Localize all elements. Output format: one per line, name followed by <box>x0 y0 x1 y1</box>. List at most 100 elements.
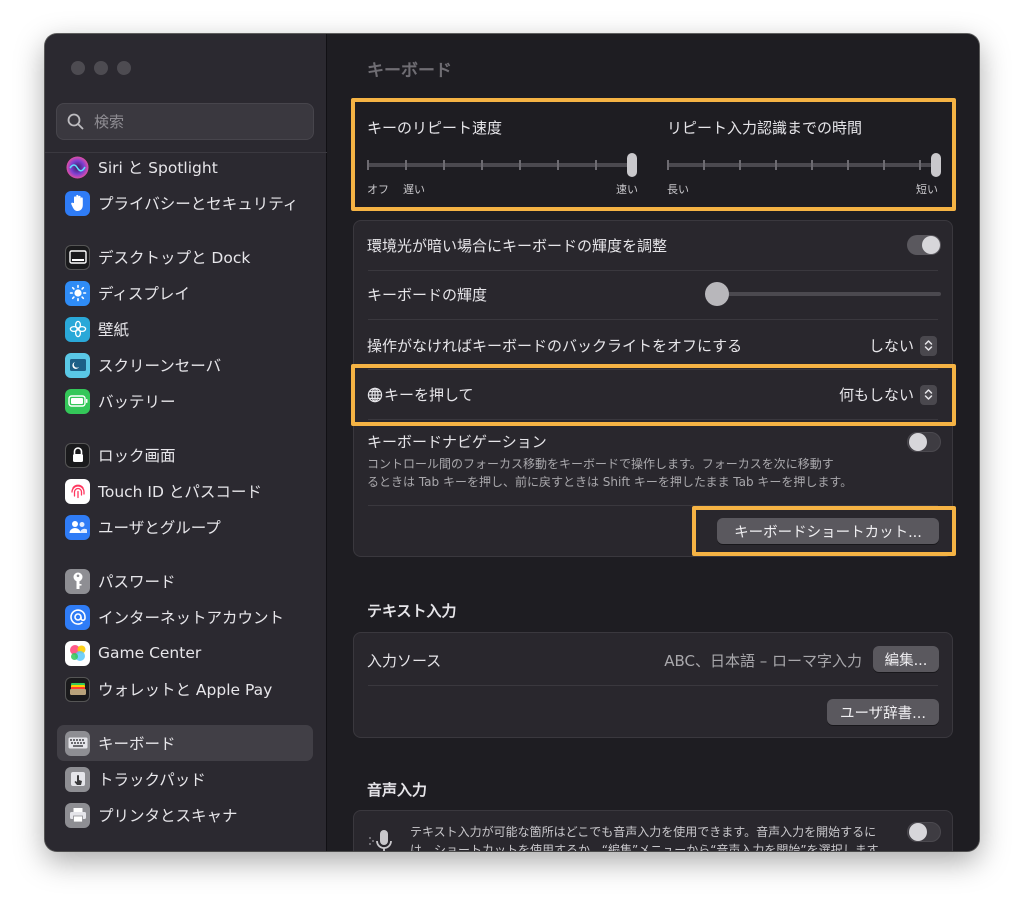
sidebar-item-label: ディスプレイ <box>98 285 190 303</box>
sidebar-item-label: Game Center <box>98 644 202 662</box>
sidebar-item-label: 壁紙 <box>98 321 130 339</box>
users-icon <box>65 514 90 540</box>
siri-icon <box>65 155 90 180</box>
sidebar-item-label: ロック画面 <box>98 447 176 465</box>
sidebar-item-internet-accounts[interactable]: インターネットアカウント <box>57 599 313 635</box>
sidebar-item-touch-id[interactable]: Touch ID とパスコード <box>57 473 313 509</box>
input-sources-label: 入力ソース <box>367 652 442 670</box>
screensaver-icon <box>65 352 90 378</box>
sidebar-item-label: Siri と Spotlight <box>98 159 218 177</box>
sidebar-item-privacy[interactable]: プライバシーとセキュリティ <box>57 185 313 221</box>
sidebar-item-keyboard[interactable]: キーボード <box>57 725 313 761</box>
sidebar-item-label: キーボード <box>98 735 176 753</box>
sidebar-item-passwords[interactable]: パスワード <box>57 563 313 599</box>
sidebar-item-label: Touch ID とパスコード <box>98 483 262 501</box>
user-dictionary-button[interactable]: ユーザ辞書... <box>827 699 939 725</box>
sidebar-list: Siri と Spotlight プライバシーとセキュリティ デスクトップと D… <box>45 152 327 828</box>
sidebar-item-battery[interactable]: バッテリー <box>57 383 313 419</box>
key-repeat-slow-label: 遅い <box>403 183 425 196</box>
sidebar-item-label: パスワード <box>98 573 176 591</box>
dictation-description: テキスト入力が可能な箇所はどこでも音声入力を使用できます。音声入力を開始するに … <box>410 825 890 851</box>
globe-icon <box>367 387 383 402</box>
edit-input-sources-button[interactable]: 編集... <box>873 646 939 672</box>
ambient-light-label: 環境光が暗い場合にキーボードの輝度を調整 <box>367 237 668 255</box>
main-pane: キーボード キーのリピート速度 オフ 遅い 速い リピート入力認識までの時間 長… <box>327 34 979 851</box>
repeat-delay-knob[interactable] <box>931 153 941 177</box>
key-repeat-fast-label: 速い <box>616 183 638 196</box>
microphone-icon <box>369 830 392 851</box>
input-sources-value: ABC、日本語 – ローマ字入力 <box>664 652 862 670</box>
globe-key-row-label: キーを押して <box>367 384 474 405</box>
fingerprint-icon <box>65 478 90 504</box>
window-controls <box>71 61 131 75</box>
dictation-panel: テキスト入力が可能な箇所はどこでも音声入力を使用できます。音声入力を開始するに … <box>353 810 953 851</box>
brightness-knob[interactable] <box>705 282 729 306</box>
brightness-slider[interactable] <box>705 282 941 306</box>
keyboard-navigation-label: キーボードナビゲーション <box>367 433 547 451</box>
globe-key-value: 何もしない <box>838 386 914 404</box>
sidebar-item-label: ウォレットと Apple Pay <box>98 681 273 699</box>
close-button[interactable] <box>71 61 85 75</box>
brightness-label: キーボードの輝度 <box>367 286 488 304</box>
search-field[interactable] <box>56 103 314 140</box>
sidebar: Siri と Spotlight プライバシーとセキュリティ デスクトップと D… <box>45 34 327 851</box>
sidebar-item-desktop-dock[interactable]: デスクトップと Dock <box>57 239 313 275</box>
sidebar-item-label: インターネットアカウント <box>98 609 285 627</box>
sidebar-item-label: プリンタとスキャナ <box>98 807 238 825</box>
sidebar-item-label: ユーザとグループ <box>98 519 221 537</box>
key-repeat-knob[interactable] <box>627 153 637 177</box>
sidebar-item-label: プライバシーとセキュリティ <box>98 195 299 213</box>
sidebar-item-label: デスクトップと Dock <box>98 249 251 267</box>
sidebar-item-wallet[interactable]: ウォレットと Apple Pay <box>57 671 313 707</box>
trackpad-icon <box>65 766 90 792</box>
sidebar-item-label: バッテリー <box>98 393 176 411</box>
sidebar-item-trackpad[interactable]: トラックパッド <box>57 761 313 797</box>
sidebar-item-label: スクリーンセーバ <box>98 357 222 375</box>
wallet-icon <box>65 676 90 702</box>
text-input-panel: 入力ソース ABC、日本語 – ローマ字入力 編集... ユーザ辞書... <box>353 632 953 738</box>
sidebar-item-display[interactable]: ディスプレイ <box>57 275 313 311</box>
keyboard-navigation-toggle[interactable] <box>907 432 941 452</box>
chevron-updown-icon <box>920 335 937 356</box>
battery-icon <box>65 388 90 414</box>
wallpaper-flower-icon <box>65 316 90 342</box>
search-input[interactable] <box>92 111 292 132</box>
search-icon <box>67 113 84 130</box>
sidebar-item-users[interactable]: ユーザとグループ <box>57 509 313 545</box>
backlight-off-popup[interactable]: しない <box>869 335 937 356</box>
lock-icon <box>65 442 90 468</box>
dictation-section-title: 音声入力 <box>367 781 428 799</box>
repeat-delay-slider[interactable] <box>667 153 941 177</box>
backlight-off-value: しない <box>868 337 914 355</box>
dictation-toggle[interactable] <box>907 822 941 842</box>
keyboard-icon <box>65 730 90 756</box>
sidebar-item-wallpaper[interactable]: 壁紙 <box>57 311 313 347</box>
key-icon <box>65 568 90 594</box>
key-repeat-slider[interactable] <box>367 153 637 177</box>
zoom-button[interactable] <box>117 61 131 75</box>
sidebar-item-game-center[interactable]: Game Center <box>57 635 313 671</box>
repeat-delay-short-label: 短い <box>916 183 938 196</box>
sidebar-item-label: トラックパッド <box>98 771 206 789</box>
chevron-updown-icon <box>920 384 937 405</box>
sidebar-item-screensaver[interactable]: スクリーンセーバ <box>57 347 313 383</box>
ambient-light-toggle[interactable] <box>907 235 941 255</box>
globe-key-popup[interactable]: 何もしない <box>839 384 937 405</box>
display-sun-icon <box>65 280 90 306</box>
privacy-hand-icon <box>65 190 90 216</box>
minimize-button[interactable] <box>94 61 108 75</box>
keyboard-navigation-description: コントロール間のフォーカス移動をキーボードで操作します。フォーカスを次に移動す … <box>367 457 853 489</box>
printer-icon <box>65 802 90 828</box>
sidebar-item-lock-screen[interactable]: ロック画面 <box>57 437 313 473</box>
settings-window: Siri と Spotlight プライバシーとセキュリティ デスクトップと D… <box>45 34 979 851</box>
sidebar-item-siri[interactable]: Siri と Spotlight <box>57 149 313 185</box>
text-input-section-title: テキスト入力 <box>367 602 457 620</box>
at-icon <box>65 604 90 630</box>
page-title: キーボード <box>367 61 452 81</box>
repeat-delay-long-label: 長い <box>667 183 689 196</box>
key-repeat-label: キーのリピート速度 <box>367 119 503 137</box>
keyboard-shortcuts-button[interactable]: キーボードショートカット... <box>717 518 939 544</box>
globe-key-label: キーを押して <box>384 386 474 404</box>
backlight-off-label: 操作がなければキーボードのバックライトをオフにする <box>367 337 743 355</box>
sidebar-item-printers[interactable]: プリンタとスキャナ <box>57 797 313 833</box>
